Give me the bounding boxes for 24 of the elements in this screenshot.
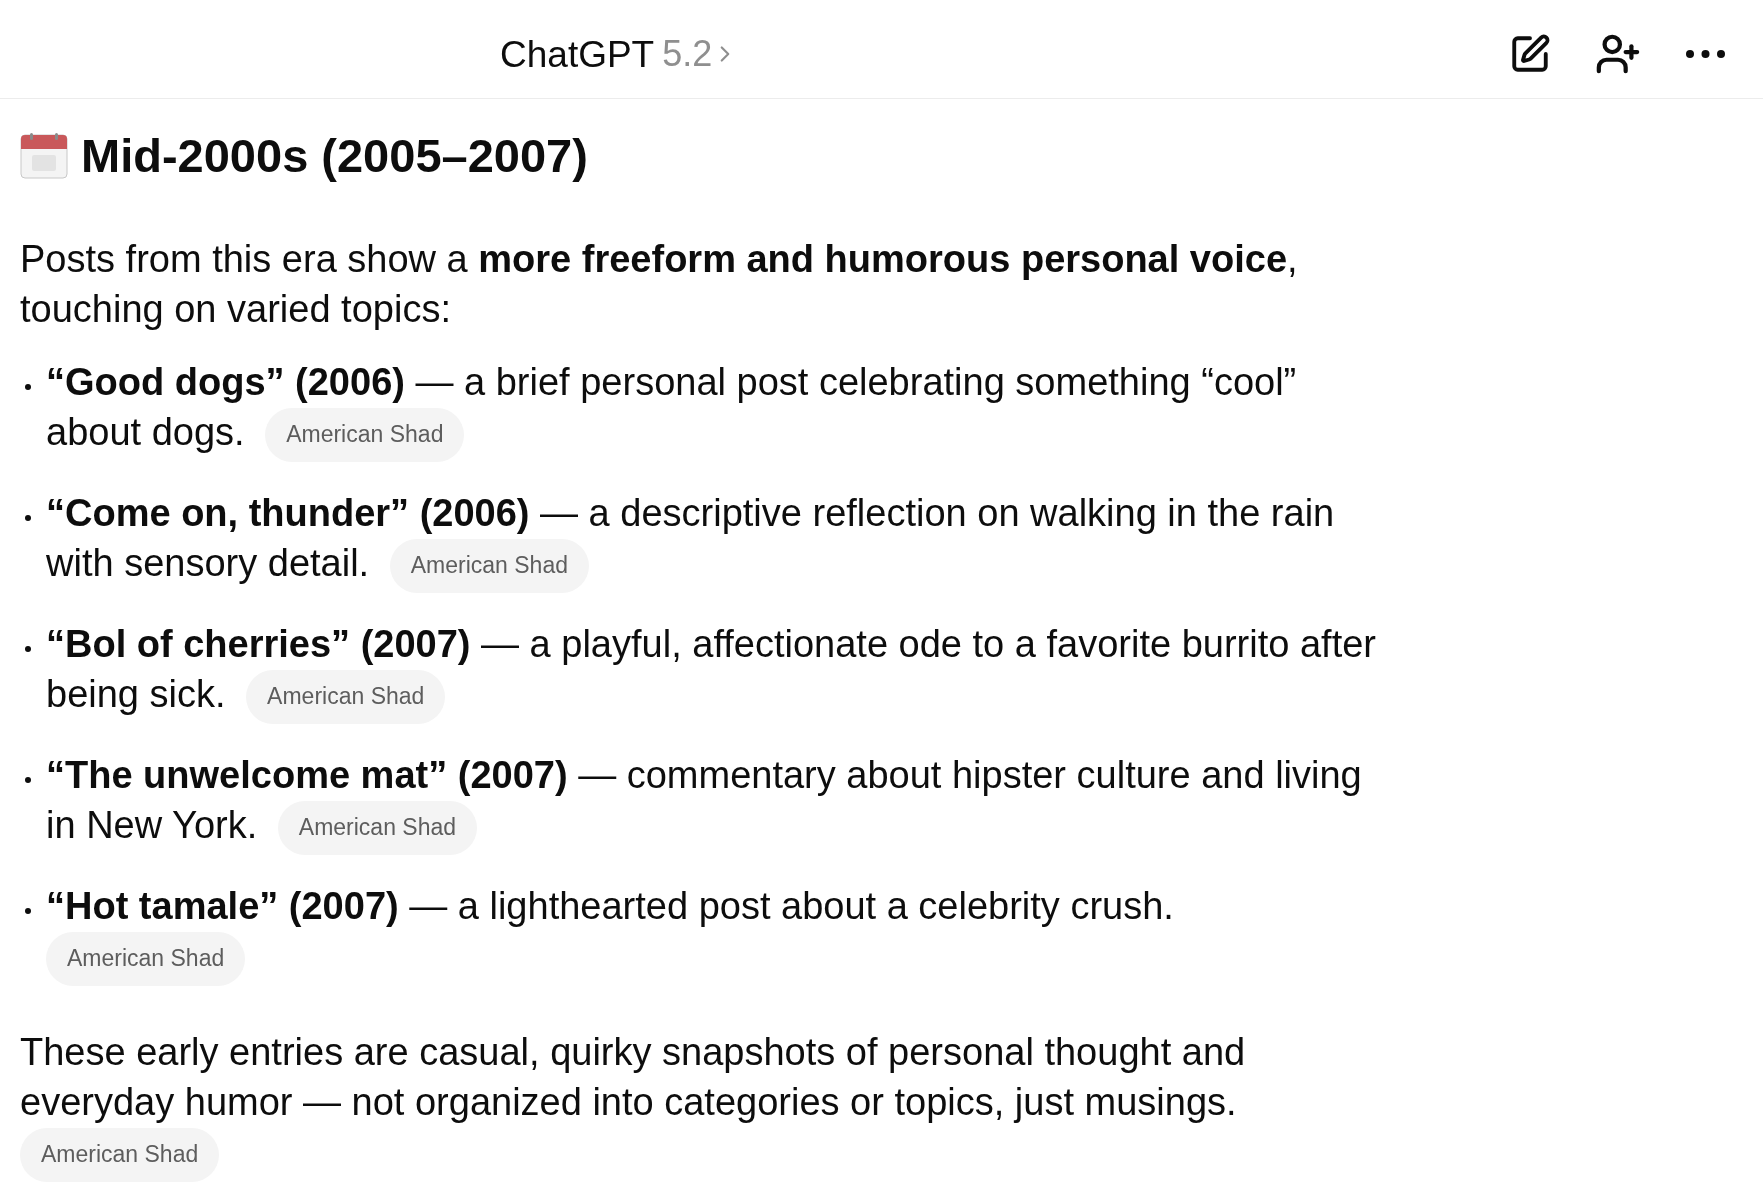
list-item: “The unwelcome mat” (2007) — commentary about hipster culture and living in New York. American Shad xyxy=(46,749,1383,852)
list-item: “Hot tamale” (2007) — a lighthearted post about a celebrity crush. American Shad xyxy=(46,880,1383,983)
section-heading: Mid-2000s (2005–2007) xyxy=(81,130,588,182)
bullet-icon xyxy=(25,384,31,390)
bullet-icon xyxy=(25,907,31,914)
summary-paragraph: These early entries are casual, quirky snapshots of personal thought and everyday humor — not organized into categories or topics, just musings. xyxy=(20,1030,1246,1123)
bullet-icon xyxy=(25,514,31,521)
more-icon xyxy=(1685,50,1725,58)
source-chip[interactable]: American Shad xyxy=(265,407,465,462)
model-version[interactable]: 5.2 xyxy=(662,36,713,72)
source-chip[interactable]: American Shad xyxy=(46,931,246,986)
source-chip[interactable]: American Shad xyxy=(277,800,478,855)
calendar-icon xyxy=(20,133,68,179)
list-item: “Good dogs” (2006) — a brief personal post celebrating something “cool” about dogs. American Shad xyxy=(46,357,1383,459)
source-chip[interactable]: American Shad xyxy=(246,669,446,724)
app-title[interactable]: ChatGPT xyxy=(500,35,655,73)
source-chip[interactable]: American Shad xyxy=(20,1127,220,1182)
source-chip[interactable]: American Shad xyxy=(389,538,589,593)
list-item: “Bol of cherries” (2007) — a playful, affectionate ode to a favorite burrito after being sick. American Shad xyxy=(46,618,1383,721)
bullet-icon xyxy=(25,645,31,652)
bullet-icon xyxy=(25,776,31,783)
intro-paragraph: Posts from this era show a more freeform and humorous personal voice, touching on varied topics: xyxy=(20,238,1298,330)
pencil-square-icon xyxy=(1509,33,1551,75)
list-item: “Come on, thunder” (2006) — a descriptive reflection on walking in the rain with sensory detail. American Shad xyxy=(46,487,1383,590)
